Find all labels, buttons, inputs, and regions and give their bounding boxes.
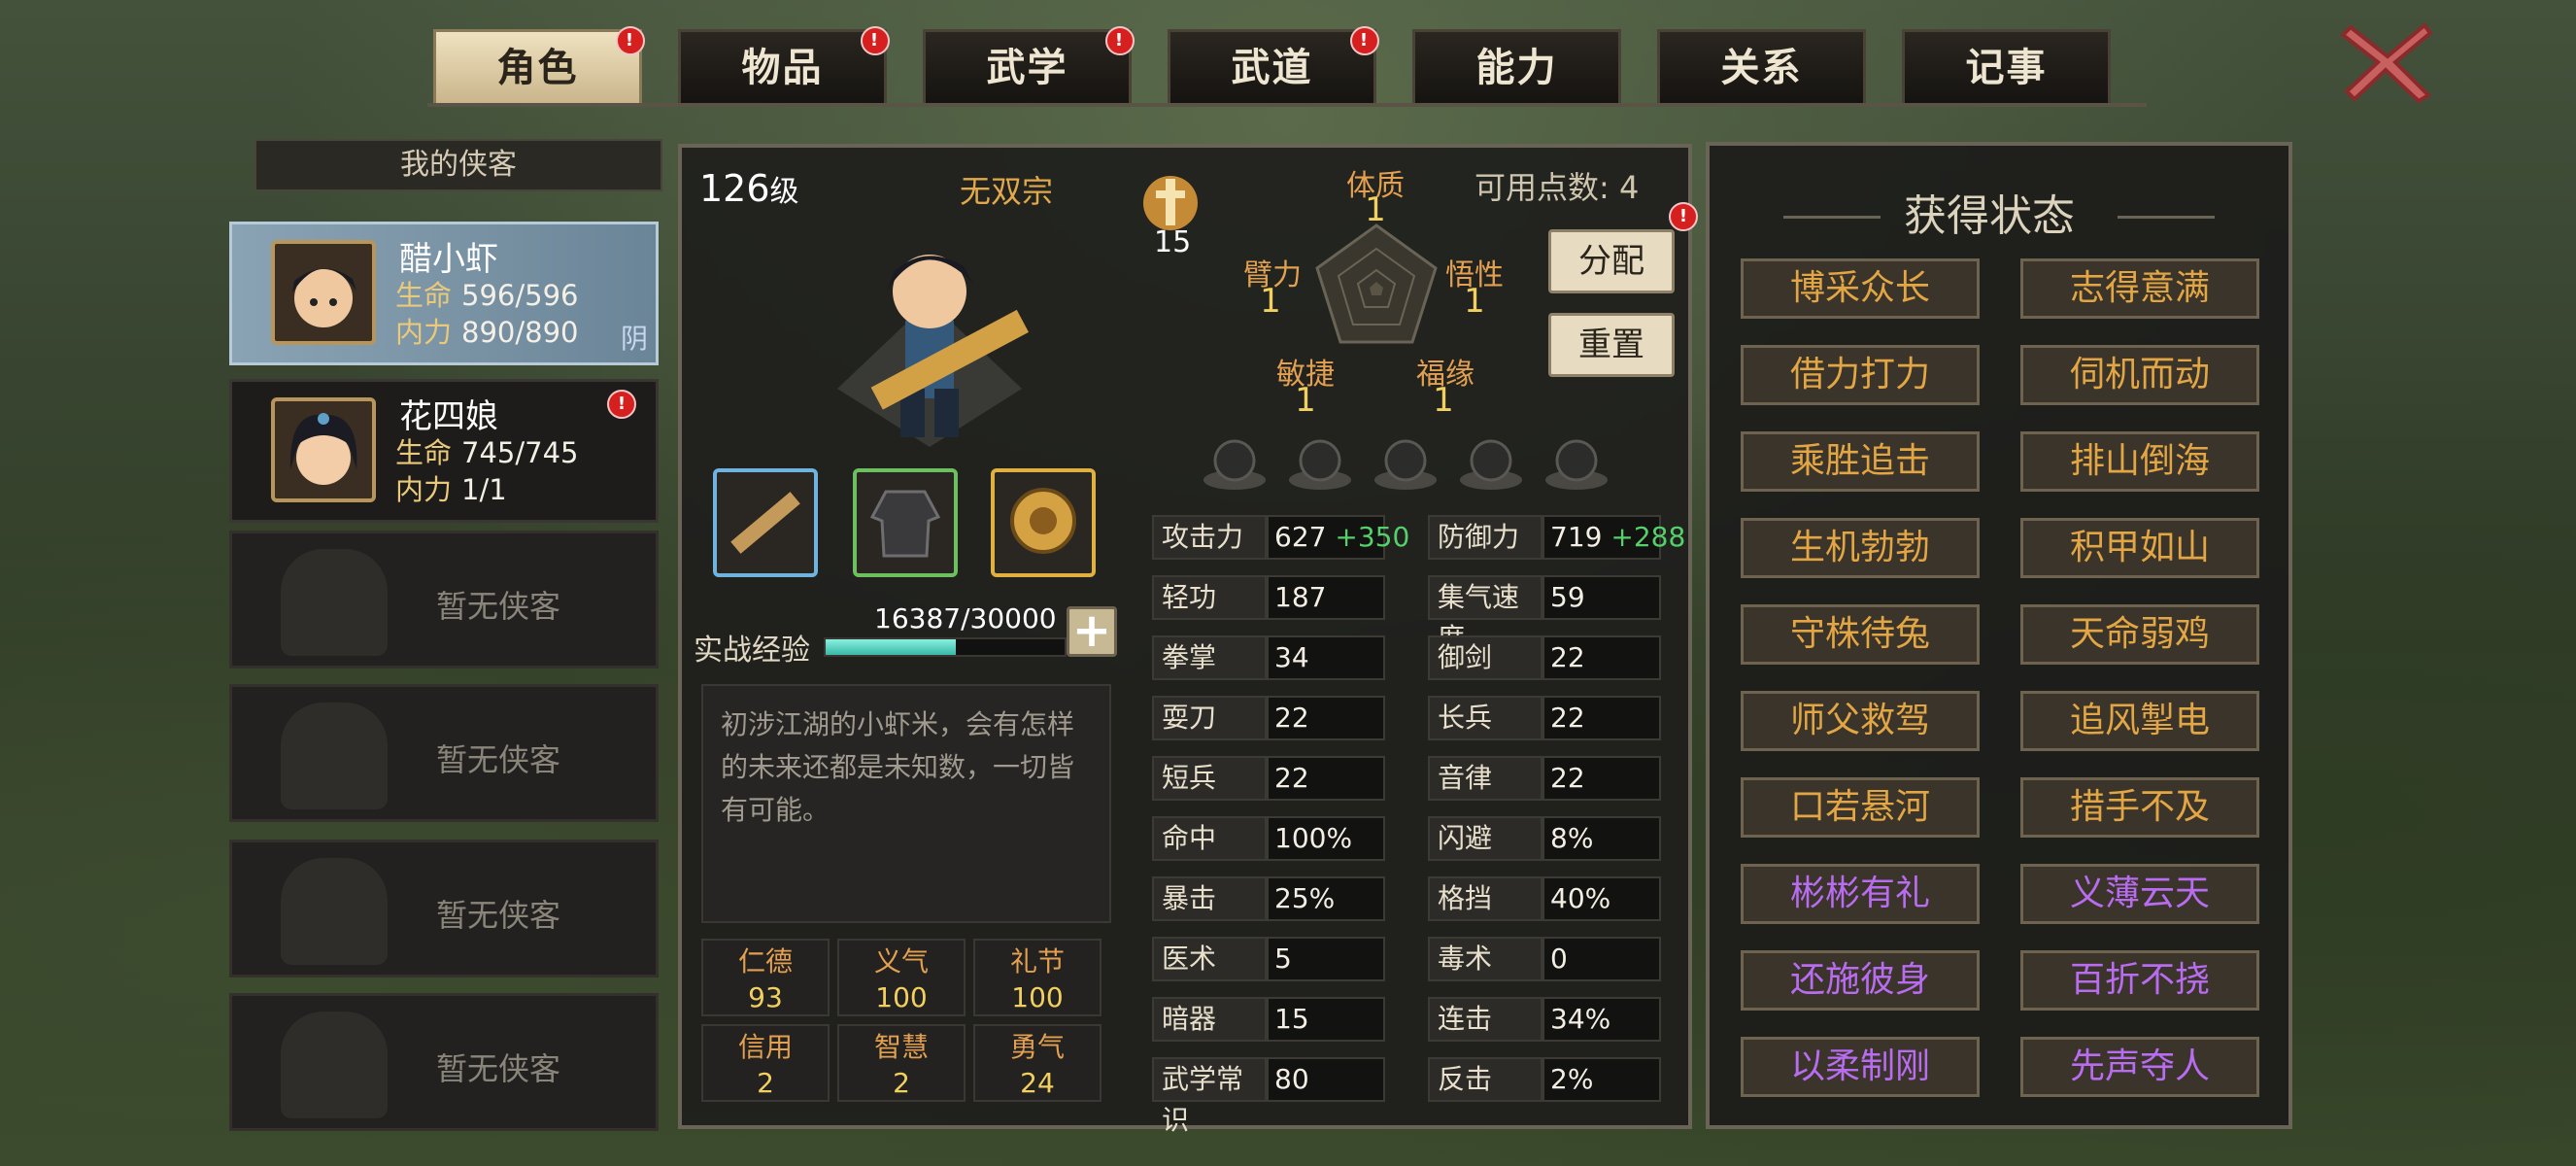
character-hp: 生命 745/745 [395, 436, 579, 469]
character-hp: 生命 596/596 [395, 279, 579, 312]
virtue-item: 礼节 100 [973, 939, 1102, 1016]
sect-count: 15 [1154, 225, 1192, 259]
tab-items[interactable]: 物品! [678, 26, 890, 105]
skill-slot-orb-icon[interactable] [1542, 433, 1610, 492]
virtue-item: 勇气 24 [973, 1024, 1102, 1102]
empty-slot-2[interactable]: 暂无侠客 [229, 684, 659, 822]
skill-slot-orb-icon[interactable] [1372, 433, 1440, 492]
avatar [271, 397, 376, 502]
exp-progress-bar [824, 637, 1067, 657]
armor-slot[interactable] [853, 468, 958, 577]
empty-slot-4[interactable]: 暂无侠客 [229, 993, 659, 1131]
skill-slot-orb-icon[interactable] [1286, 433, 1354, 492]
skill-slot-orb-icon[interactable] [1201, 433, 1269, 492]
alert-badge-icon: ! [861, 26, 890, 55]
virtue-item: 智慧 2 [837, 1024, 966, 1102]
reset-button[interactable]: 重置 [1548, 313, 1675, 377]
character-sprite [837, 255, 1029, 447]
status-effect-item[interactable]: 义薄云天 [2020, 864, 2259, 924]
robe-armor-icon [869, 490, 941, 558]
tab-journal[interactable]: 记事 [1902, 29, 2111, 105]
virtue-item: 仁德 93 [701, 939, 830, 1016]
status-effect-item[interactable]: 以柔制刚 [1741, 1037, 1980, 1097]
status-effect-item[interactable]: 天命弱鸡 [2020, 604, 2259, 665]
character-description: 初涉江湖的小虾米，会有怎样的未来还都是未知数，一切皆有可能。 [701, 684, 1111, 923]
guqin-weapon-icon [730, 492, 800, 554]
exp-progress-fill [826, 639, 957, 655]
character-mp: 内力 1/1 [395, 473, 507, 506]
empty-avatar-icon [281, 703, 388, 809]
empty-avatar-icon [281, 549, 388, 656]
alert-badge-icon: ! [1350, 26, 1379, 55]
attr-minjie-value: 1 [1295, 381, 1316, 420]
skill-slot-orb-icon[interactable] [1457, 433, 1525, 492]
empty-slot-3[interactable]: 暂无侠客 [229, 840, 659, 977]
status-effect-item[interactable]: 措手不及 [2020, 777, 2259, 838]
status-effect-item[interactable]: 生机勃勃 [1741, 518, 1980, 578]
character-tag: 阴 [620, 323, 648, 355]
accessory-slot[interactable] [991, 468, 1096, 577]
tab-relations[interactable]: 关系 [1657, 29, 1866, 105]
tab-martial-arts[interactable]: 武学! [923, 26, 1135, 105]
alert-badge-icon: ! [1105, 26, 1135, 55]
status-effect-item[interactable]: 排山倒海 [2020, 431, 2259, 492]
weapon-slot[interactable] [713, 468, 818, 577]
available-points: 可用点数: 4 [1474, 169, 1640, 206]
status-effect-item[interactable]: 伺机而动 [2020, 345, 2259, 405]
status-effect-item[interactable]: 积甲如山 [2020, 518, 2259, 578]
status-effect-item[interactable]: 守株待兔 [1741, 604, 1980, 665]
virtue-item: 信用 2 [701, 1024, 830, 1102]
virtue-item: 义气 100 [837, 939, 966, 1016]
title-divider [1783, 216, 1881, 219]
status-effect-item[interactable]: 借力打力 [1741, 345, 1980, 405]
attr-fuyuan-value: 1 [1433, 381, 1454, 420]
avatar [271, 240, 376, 345]
character-mp: 内力 890/890 [395, 316, 579, 349]
empty-slot-1[interactable]: 暂无侠客 [229, 531, 659, 669]
status-effect-item[interactable]: 先声夺人 [2020, 1037, 2259, 1097]
add-exp-button[interactable]: + [1067, 606, 1117, 657]
alert-badge-icon: ! [607, 390, 636, 419]
character-card-2[interactable]: 花四娘 ! 生命 745/745 内力 1/1 [229, 379, 659, 523]
status-effect-item[interactable]: 百折不挠 [2020, 950, 2259, 1011]
attribute-radar-chart [1315, 223, 1438, 344]
tab-character[interactable]: 角色! [433, 26, 645, 105]
sect-name: 无双宗 [960, 173, 1054, 210]
status-effect-item[interactable]: 博采众长 [1741, 258, 1980, 319]
exp-label: 实战经验 [694, 634, 810, 668]
status-effect-item[interactable]: 口若悬河 [1741, 777, 1980, 838]
assign-button[interactable]: 分配 [1548, 229, 1675, 293]
tab-martial-way[interactable]: 武道! [1168, 26, 1379, 105]
empty-avatar-icon [281, 1012, 388, 1118]
tab-ability[interactable]: 能力 [1412, 29, 1621, 105]
close-icon[interactable] [2339, 17, 2436, 105]
status-effect-item[interactable]: 彬彬有礼 [1741, 864, 1980, 924]
list-header: 我的侠客 [254, 139, 662, 191]
status-title: 获得状态 [1904, 191, 2075, 241]
status-effect-item[interactable]: 追风掣电 [2020, 691, 2259, 751]
attr-tizhi-value: 1 [1365, 190, 1386, 229]
status-effect-item[interactable]: 乘胜追击 [1741, 431, 1980, 492]
exp-value: 16387/30000 [874, 602, 1057, 634]
status-effect-item[interactable]: 志得意满 [2020, 258, 2259, 319]
attr-wuxing-value: 1 [1464, 282, 1485, 321]
level: 126级 [699, 167, 799, 210]
amulet-accessory-icon [1010, 488, 1076, 554]
alert-badge-icon: ! [616, 26, 645, 55]
status-effect-item[interactable]: 师父救驾 [1741, 691, 1980, 751]
empty-avatar-icon [281, 858, 388, 965]
attr-bili-value: 1 [1260, 282, 1281, 321]
tab-underline [427, 103, 2147, 107]
title-divider [2118, 216, 2215, 219]
character-card-1[interactable]: 醋小虾 生命 596/596 内力 890/890 阴 [229, 222, 659, 365]
status-effect-item[interactable]: 还施彼身 [1741, 950, 1980, 1011]
alert-badge-icon: ! [1669, 202, 1698, 231]
